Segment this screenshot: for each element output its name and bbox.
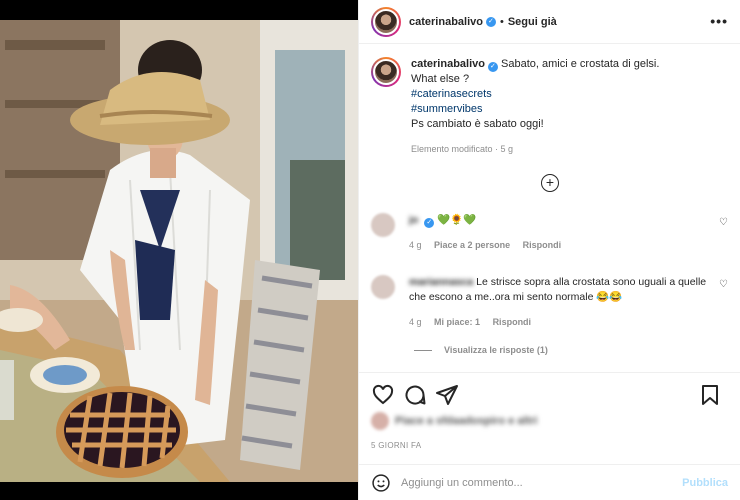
post-sidebar: caterinabalivo ✓ • Segui già ••• caterin… (358, 0, 740, 500)
hashtag-link[interactable]: #summervibes (411, 102, 659, 117)
comment-body: mariannasca Le strisce sopra alla crosta… (409, 275, 709, 330)
caption-line2: What else ? (411, 73, 470, 85)
more-options-icon[interactable]: ••• (710, 13, 728, 29)
author-avatar[interactable] (371, 6, 401, 37)
post-caption: caterinabalivo ✓ Sabato, amici e crostata… (359, 45, 740, 157)
likes-text: Piace a sfdaadospiro e altri (395, 415, 538, 427)
likes-summary[interactable]: Piace a sfdaadospiro e altri (371, 412, 537, 430)
verified-badge-icon: ✓ (424, 218, 435, 228)
reply-button[interactable]: Rispondi (493, 317, 532, 327)
liker-avatar (371, 412, 389, 430)
post-photo[interactable] (0, 20, 358, 482)
comment-body: jo ✓ 💚🌻💚 4 g Piace a 2 persone Rispondi (409, 213, 709, 253)
heart-icon[interactable] (371, 383, 395, 407)
separator-dot: • (499, 15, 504, 28)
verified-badge-icon: ✓ (485, 16, 496, 27)
add-comment-bar: Pubblica (359, 464, 740, 500)
load-more-comments-icon[interactable]: + (541, 174, 559, 192)
comment-likes[interactable]: Mi piace: 1 (434, 317, 480, 327)
following-button[interactable]: Segui già (508, 16, 557, 28)
caption-username[interactable]: caterinabalivo (411, 58, 485, 70)
post-actions (359, 372, 740, 412)
caption-body: caterinabalivo ✓ Sabato, amici e crostata… (411, 57, 659, 157)
caption-meta: Elemento modificato · 5 g (411, 144, 514, 154)
commenter-avatar[interactable] (371, 213, 395, 237)
post-date: 5 GIORNI FA (371, 441, 422, 450)
comment-likes[interactable]: Piace a 2 persone (434, 240, 510, 250)
comment-time: 4 g (409, 240, 422, 250)
post-viewer: caterinabalivo ✓ • Segui già ••• caterin… (0, 0, 740, 500)
comment-time: 4 g (409, 317, 422, 327)
commenter-username[interactable]: jo (409, 214, 418, 226)
send-icon[interactable] (435, 383, 459, 407)
author-username[interactable]: caterinabalivo (409, 16, 483, 28)
replies-divider (414, 349, 432, 351)
comment-like-heart-icon[interactable]: ♡ (719, 279, 728, 290)
media-panel (0, 0, 358, 500)
comment-icon[interactable] (403, 383, 427, 407)
comments-scroll[interactable]: caterinabalivo ✓ Sabato, amici e crostata… (359, 45, 740, 365)
post-header: caterinabalivo ✓ • Segui già ••• (359, 0, 740, 44)
comment-item: mariannasca Le strisce sopra alla crosta… (371, 275, 728, 330)
view-replies-button[interactable]: Visualizza le risposte (1) (414, 345, 548, 355)
publish-button[interactable]: Pubblica (682, 477, 728, 489)
hashtag-link[interactable]: #caterinasecrets (411, 87, 659, 102)
bookmark-icon[interactable] (698, 383, 722, 407)
commenter-username[interactable]: mariannasca (409, 276, 473, 288)
comment-item: jo ✓ 💚🌻💚 4 g Piace a 2 persone Rispondi … (371, 213, 728, 253)
caption-avatar[interactable] (371, 57, 401, 87)
comment-meta: 4 g Mi piace: 1 Rispondi (409, 315, 709, 330)
reply-button[interactable]: Rispondi (523, 240, 562, 250)
commenter-avatar[interactable] (371, 275, 395, 299)
comment-meta: 4 g Piace a 2 persone Rispondi (409, 238, 709, 253)
caption-line3: Ps cambiato è sabato oggi! (411, 118, 544, 130)
view-replies-label: Visualizza le risposte (1) (444, 345, 548, 355)
emoji-icon[interactable] (371, 473, 391, 493)
verified-badge-icon: ✓ (487, 62, 498, 72)
comment-like-heart-icon[interactable]: ♡ (719, 217, 728, 228)
comment-input[interactable] (401, 476, 683, 489)
caption-text: Sabato, amici e crostata di gelsi. (501, 58, 660, 70)
comment-text: 💚🌻💚 (437, 214, 477, 226)
